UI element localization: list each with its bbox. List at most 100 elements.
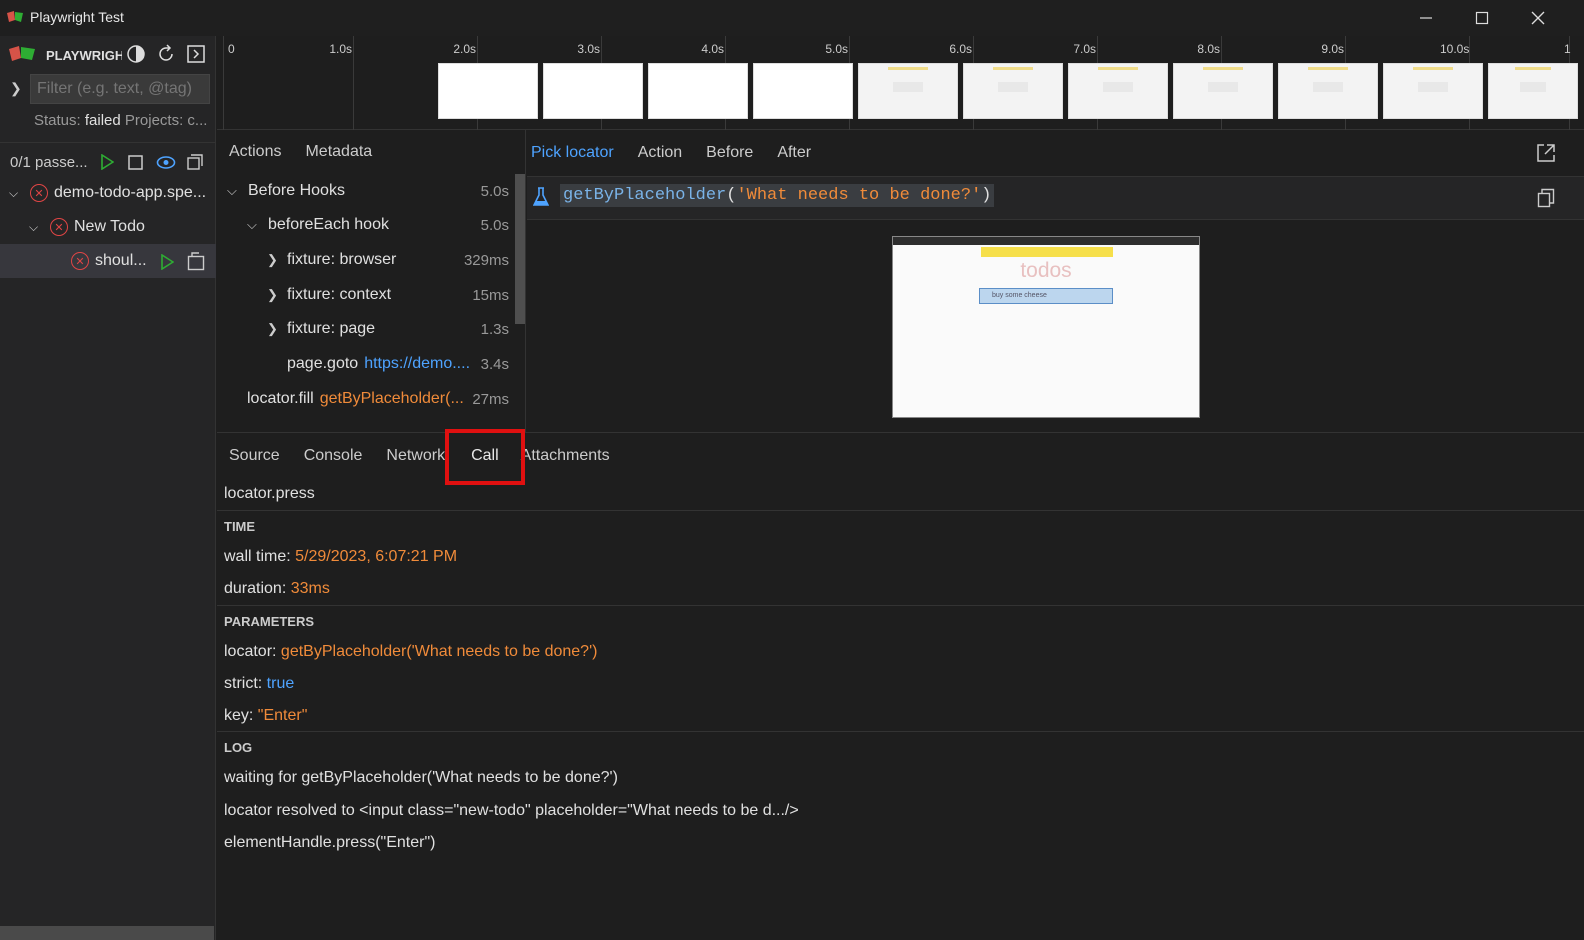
close-icon <box>1531 11 1545 25</box>
chevron-down-icon[interactable]: ⌵ <box>29 220 43 235</box>
chevron-right-icon[interactable]: ❯ <box>10 80 22 97</box>
action-label: fixture: browser <box>287 251 397 268</box>
toggle-output-icon[interactable] <box>186 44 206 64</box>
chevron-right-icon[interactable]: ❯ <box>267 252 281 268</box>
theme-toggle-icon[interactable] <box>126 44 146 64</box>
tab-source[interactable]: Source <box>217 447 292 465</box>
filter-input[interactable] <box>30 74 210 104</box>
watch-icon[interactable] <box>156 155 176 170</box>
action-row[interactable]: ❯ fixture: browser 329ms <box>217 243 513 277</box>
chevron-right-icon[interactable]: ❯ <box>267 287 281 303</box>
copy-icon[interactable] <box>1537 188 1555 208</box>
log-line: waiting for getByPlaceholder('What needs… <box>224 769 618 786</box>
film-frame[interactable] <box>1068 63 1168 119</box>
close-window-button[interactable] <box>1510 0 1566 36</box>
test-sidebar: PLAYWRIGHT ❯ Status: failed Projects: c.… <box>0 36 216 940</box>
tab-pick-locator[interactable]: Pick locator <box>527 144 626 162</box>
film-frame[interactable] <box>543 63 643 119</box>
tree-item-label: New Todo <box>74 218 145 235</box>
sidebar-scrollbar[interactable] <box>0 926 214 940</box>
section-heading: PARAMETERS <box>224 614 315 629</box>
playwright-brand-icon <box>9 46 35 61</box>
failed-icon: ✕ <box>50 218 68 236</box>
action-row[interactable]: ❯ fixture: context 15ms <box>217 278 513 312</box>
action-label: Before Hooks <box>248 182 345 199</box>
maximize-button[interactable] <box>1454 0 1510 36</box>
tab-console[interactable]: Console <box>292 447 375 465</box>
tree-item-describe[interactable]: ⌵ ✕ New Todo <box>0 210 216 244</box>
time-section: TIME wall time: 5/29/2023, 6:07:21 PM du… <box>217 510 1584 605</box>
action-row[interactable]: page.goto https://demo.... 3.4s <box>217 347 513 381</box>
chevron-right-icon[interactable]: ❯ <box>267 321 281 337</box>
minimize-button[interactable] <box>1398 0 1454 36</box>
tree-item-label: demo-todo-app.spe... <box>54 184 207 201</box>
run-controls-row: 0/1 passe... <box>0 142 216 171</box>
log-line: locator resolved to <input class="new-to… <box>224 802 799 819</box>
status-value[interactable]: failed <box>85 112 121 129</box>
film-frame[interactable] <box>438 63 538 119</box>
locator-param-row: locator: getByPlaceholder('What needs to… <box>224 643 598 660</box>
status-label: Status: <box>34 112 81 129</box>
open-snapshot-new-window-icon[interactable] <box>1536 143 1556 163</box>
projects-label[interactable]: Projects: c... <box>125 112 208 129</box>
action-row[interactable]: ⌵ Before Hooks 5.0s <box>217 174 513 208</box>
maximize-icon <box>1475 11 1489 25</box>
film-frame[interactable] <box>1383 63 1483 119</box>
film-frame[interactable] <box>1173 63 1273 119</box>
tab-before[interactable]: Before <box>694 144 765 162</box>
actions-scrollbar[interactable] <box>515 174 525 324</box>
action-label: beforeEach hook <box>268 216 389 233</box>
action-row[interactable]: ⌵ beforeEach hook 5.0s <box>217 208 513 242</box>
strict-param-row: strict: true <box>224 675 295 692</box>
action-row[interactable]: locator.fill getByPlaceholder(... 27ms <box>217 382 513 416</box>
run-test-icon[interactable] <box>160 254 174 270</box>
run-all-icon[interactable] <box>100 154 114 170</box>
details-panel: Source Console Network Call Attachments … <box>217 429 1584 940</box>
call-title: locator.press <box>224 485 315 502</box>
status-row: Status: failed Projects: c... <box>34 112 216 129</box>
action-url-link[interactable]: https://demo.... <box>364 355 470 373</box>
tab-after[interactable]: After <box>765 144 823 162</box>
open-in-editor-icon[interactable] <box>187 252 207 271</box>
minimize-icon <box>1420 17 1432 19</box>
reload-icon[interactable] <box>156 44 176 64</box>
snapshot-tabs: Pick locator Action Before After <box>527 130 1584 176</box>
stop-icon[interactable] <box>128 155 143 170</box>
chevron-down-icon[interactable]: ⌵ <box>247 217 261 233</box>
collapse-all-icon[interactable] <box>187 154 203 170</box>
film-frame[interactable] <box>753 63 853 119</box>
filter-row: ❯ <box>0 74 216 106</box>
snapshot-browser-bar <box>893 237 1199 245</box>
actions-panel: Actions Metadata ⌵ Before Hooks 5.0s ⌵ b… <box>217 130 526 432</box>
action-duration: 3.4s <box>480 355 509 373</box>
call-tab-highlight <box>445 429 525 485</box>
film-frame[interactable] <box>1278 63 1378 119</box>
locator-bar: getByPlaceholder('What needs to be done?… <box>527 176 1584 220</box>
tab-metadata[interactable]: Metadata <box>293 143 384 161</box>
snapshot-panel: Pick locator Action Before After getByPl… <box>527 130 1584 432</box>
duration-row: duration: 33ms <box>224 580 330 597</box>
page-snapshot[interactable]: todos buy some cheese <box>892 236 1200 418</box>
action-label: page.goto <box>287 355 359 372</box>
tab-attachments[interactable]: Attachments <box>513 447 622 465</box>
snapshot-banner <box>981 247 1113 257</box>
tab-actions[interactable]: Actions <box>217 143 293 161</box>
film-frame[interactable] <box>963 63 1063 119</box>
film-frame[interactable] <box>1488 63 1578 119</box>
chevron-down-icon[interactable]: ⌵ <box>227 183 241 199</box>
flask-icon <box>533 187 549 206</box>
film-frame[interactable] <box>858 63 958 119</box>
failed-icon: ✕ <box>71 252 89 270</box>
tree-item-spec-file[interactable]: ⌵ ✕ demo-todo-app.spe... <box>0 176 216 210</box>
action-row[interactable]: ❯ fixture: page 1.3s <box>217 312 513 346</box>
action-duration: 1.3s <box>480 320 509 338</box>
film-frame[interactable] <box>648 63 748 119</box>
action-duration: 329ms <box>463 251 509 269</box>
timeline-filmstrip[interactable]: 0 1.0s 2.0s 3.0s 4.0s 5.0s 6.0s 7.0s 8.0… <box>217 36 1584 130</box>
timeline-tick: 0 <box>223 36 235 130</box>
tree-item-test[interactable]: ✕ shoul... <box>0 244 216 278</box>
chevron-down-icon[interactable]: ⌵ <box>9 186 23 201</box>
locator-code[interactable]: getByPlaceholder('What needs to be done?… <box>560 184 995 207</box>
snapshot-todo-input: buy some cheese <box>979 288 1113 304</box>
tab-action[interactable]: Action <box>626 144 694 162</box>
